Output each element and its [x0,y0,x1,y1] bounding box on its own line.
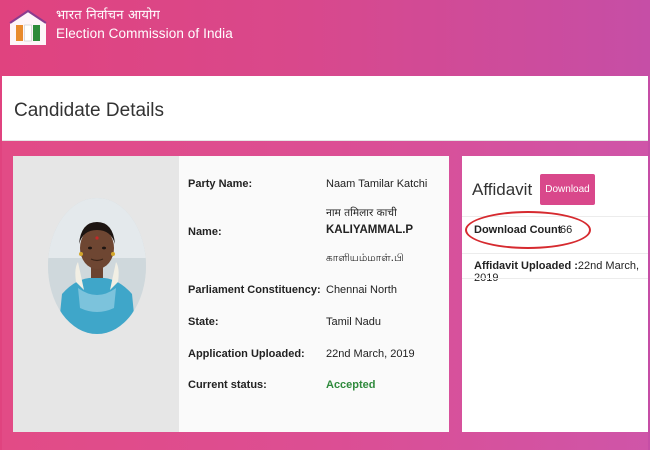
highlight-circle [465,211,591,249]
application-uploaded-value: 22nd March, 2019 [326,348,415,360]
constituency-label: Parliament Constituency: [188,284,321,296]
affidavit-uploaded-row: Affidavit Uploaded :22nd March, 2019 [474,260,648,284]
affidavit-panel: Affidavit Download Download Count 66 Aff… [462,156,648,432]
candidate-details-card: Candidate Details Party Name: Naam Tamil… [2,76,648,450]
divider [462,253,648,254]
status-badge: Accepted [326,379,376,391]
state-value: Tamil Nadu [326,316,382,328]
name-tamil-value: காளியம்மாள்.பி [326,252,404,264]
constituency-value: Chennai North [326,284,397,296]
affidavit-uploaded-label: Affidavit Uploaded : [474,260,578,272]
eci-logo-icon[interactable] [6,5,50,49]
current-status-label: Current status: [188,379,267,391]
name-label: Name: [188,226,222,238]
party-name-value: Naam Tamilar Katchi [326,178,428,190]
name-value: KALIYAMMAL.P [326,224,414,236]
state-label: State: [188,316,219,328]
candidate-photo [48,198,146,334]
name-hindi-value: नाम तमिलार काची [326,207,397,219]
brand-english: Election Commission of India [56,26,233,41]
affidavit-title: Affidavit [472,180,533,199]
divider [462,278,648,279]
site-header: भारत निर्वाचन आयोग Election Commission o… [0,0,650,62]
candidate-photo-icon [48,198,146,334]
application-uploaded-label: Application Uploaded: [188,348,305,360]
brand-hindi: भारत निर्वाचन आयोग [56,8,161,23]
candidate-info-panel: Party Name: Naam Tamilar Katchi नाम तमिल… [179,156,449,432]
photo-panel [13,156,179,432]
page-title: Candidate Details [14,100,164,121]
download-button[interactable]: Download [540,174,595,205]
party-name-label: Party Name: [188,178,253,190]
